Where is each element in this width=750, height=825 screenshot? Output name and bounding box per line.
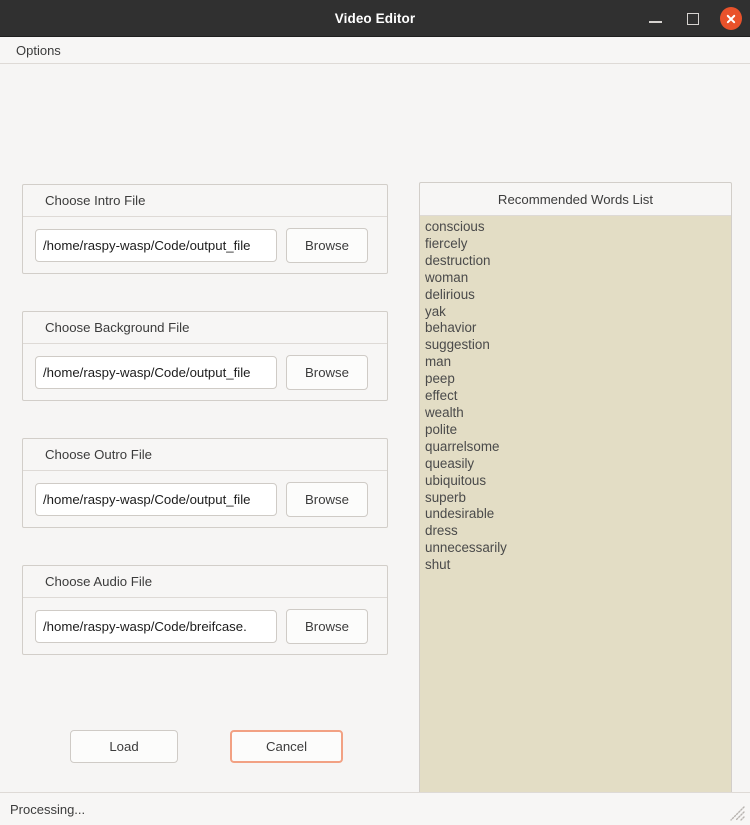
resize-grip-icon[interactable] xyxy=(726,802,746,822)
list-item[interactable]: dress xyxy=(422,523,731,540)
minimize-icon xyxy=(648,21,662,23)
statusbar: Processing... xyxy=(0,792,750,825)
recommended-words-panel: Recommended Words List conscious fiercely… xyxy=(419,182,732,820)
menu-item-options[interactable]: Options xyxy=(10,41,67,60)
group-audio-body: Browse xyxy=(23,598,387,654)
list-item[interactable]: effect xyxy=(422,388,731,405)
group-audio-title: Choose Audio File xyxy=(45,574,153,589)
recommended-words-title: Recommended Words List xyxy=(497,191,654,207)
list-item[interactable]: wealth xyxy=(422,405,731,422)
audio-browse-button[interactable]: Browse xyxy=(286,608,368,644)
list-item[interactable]: shut xyxy=(422,557,731,574)
group-intro-header: Choose Intro File xyxy=(23,185,387,217)
list-item[interactable]: man xyxy=(422,354,731,371)
main-content: Choose Intro File Browse Choose Backgrou… xyxy=(0,64,750,820)
list-item[interactable]: polite xyxy=(422,422,731,439)
close-button[interactable] xyxy=(720,7,742,30)
list-item[interactable]: behavior xyxy=(422,320,731,337)
group-intro-title: Choose Intro File xyxy=(45,193,146,208)
maximize-button[interactable] xyxy=(682,8,704,30)
recommended-words-header: Recommended Words List xyxy=(420,183,731,216)
audio-path-input[interactable] xyxy=(35,609,277,643)
load-button[interactable]: Load xyxy=(70,730,178,763)
intro-path-input[interactable] xyxy=(35,228,277,262)
list-item[interactable]: destruction xyxy=(422,253,731,270)
group-intro-body: Browse xyxy=(23,217,387,273)
group-outro-body: Browse xyxy=(23,471,387,527)
background-path-input[interactable] xyxy=(35,355,277,389)
group-background-file: Choose Background File Browse xyxy=(22,311,388,401)
window-title: Video Editor xyxy=(334,10,416,26)
list-item[interactable]: woman xyxy=(422,270,731,287)
video-editor-window: Video Editor Options Choose Intro File B xyxy=(0,0,750,825)
outro-browse-button[interactable]: Browse xyxy=(286,481,368,517)
group-background-body: Browse xyxy=(23,344,387,400)
list-item[interactable]: suggestion xyxy=(422,337,731,354)
outro-path-input[interactable] xyxy=(35,482,277,516)
list-item[interactable]: peep xyxy=(422,371,731,388)
list-item[interactable]: queasily xyxy=(422,456,731,473)
window-controls xyxy=(644,0,742,37)
list-item[interactable]: yak xyxy=(422,304,731,321)
list-item[interactable]: unnecessarily xyxy=(422,540,731,557)
list-item[interactable]: fiercely xyxy=(422,236,731,253)
list-item[interactable]: delirious xyxy=(422,287,731,304)
group-outro-file: Choose Outro File Browse xyxy=(22,438,388,528)
group-intro-file: Choose Intro File Browse xyxy=(22,184,388,274)
group-audio-header: Choose Audio File xyxy=(23,566,387,598)
list-item[interactable]: conscious xyxy=(422,219,731,236)
group-background-title: Choose Background File xyxy=(45,320,190,335)
background-browse-button[interactable]: Browse xyxy=(286,354,368,390)
maximize-icon xyxy=(687,12,699,25)
minimize-button[interactable] xyxy=(644,8,666,30)
list-item[interactable]: undesirable xyxy=(422,506,731,523)
group-outro-header: Choose Outro File xyxy=(23,439,387,471)
titlebar: Video Editor xyxy=(0,0,750,37)
list-item[interactable]: ubiquitous xyxy=(422,473,731,490)
cancel-button[interactable]: Cancel xyxy=(230,730,343,763)
group-outro-title: Choose Outro File xyxy=(45,447,153,462)
close-icon xyxy=(720,7,742,30)
status-text: Processing... xyxy=(10,801,86,817)
group-background-header: Choose Background File xyxy=(23,312,387,344)
intro-browse-button[interactable]: Browse xyxy=(286,227,368,263)
list-item[interactable]: quarrelsome xyxy=(422,439,731,456)
menubar: Options xyxy=(0,37,750,64)
group-audio-file: Choose Audio File Browse xyxy=(22,565,388,655)
list-item[interactable]: superb xyxy=(422,490,731,507)
recommended-words-list[interactable]: conscious fiercely destruction woman delirio… xyxy=(420,216,731,819)
